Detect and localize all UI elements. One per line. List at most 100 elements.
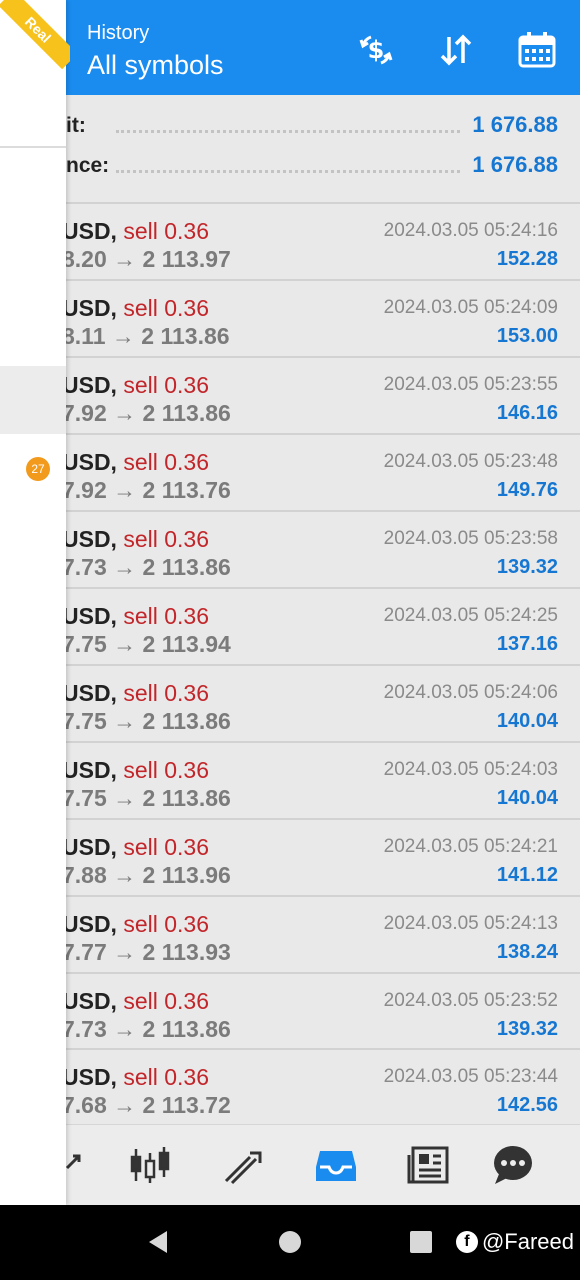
deal-row[interactable]: USD, sell 0.36 7.73 → 2 113.86 2024.03.0… [0, 972, 580, 1049]
deal-prices: 8.20 → 2 113.97 [62, 246, 231, 272]
deal-prices: 7.88 → 2 113.96 [62, 862, 231, 888]
deal-row[interactable]: USD, sell 0.36 7.75 → 2 113.86 2024.03.0… [0, 741, 580, 818]
svg-text:$: $ [368, 36, 385, 64]
deal-time: 2024.03.05 05:24:16 [383, 220, 558, 241]
drawer-selected-item[interactable] [0, 366, 66, 434]
deal-symbol: USD, sell 0.36 [62, 680, 210, 706]
deal-symbol: USD, sell 0.36 [62, 218, 210, 244]
sort-icon[interactable] [436, 30, 476, 70]
summary-value: 1 676.88 [472, 112, 558, 137]
deal-row[interactable]: USD, sell 0.36 7.73 → 2 113.86 2024.03.0… [0, 510, 580, 587]
app-header: History All symbols $ [0, 0, 580, 95]
deal-row[interactable]: USD, sell 0.36 7.68 → 2 113.72 2024.03.0… [0, 1048, 580, 1125]
deal-prices: 7.73 → 2 113.86 [62, 1016, 231, 1042]
deal-prices: 7.75 → 2 113.94 [62, 631, 231, 657]
summary-value: 1 676.88 [472, 152, 558, 177]
deal-time: 2024.03.05 05:24:21 [383, 836, 558, 857]
summary-label: nce: [66, 154, 110, 177]
deal-profit: 146.16 [496, 402, 558, 424]
drawer-divider [0, 146, 66, 148]
chat-icon[interactable] [491, 1143, 535, 1187]
home-icon[interactable] [275, 1227, 305, 1257]
deal-row[interactable]: USD, sell 0.36 7.92 → 2 113.86 2024.03.0… [0, 356, 580, 433]
deal-side: sell 0.36 [123, 603, 210, 629]
deal-prices: 7.77 → 2 113.93 [62, 939, 231, 965]
calendar-icon[interactable] [517, 30, 557, 70]
summary-balance-row: nce: 1 676.88 [66, 148, 580, 188]
deal-symbol: USD, sell 0.36 [62, 911, 210, 937]
deal-profit: 139.32 [496, 1018, 558, 1040]
symbol-filter-title[interactable]: All symbols [87, 50, 224, 81]
deal-time: 2024.03.05 05:23:52 [383, 990, 558, 1011]
deal-side: sell 0.36 [123, 757, 210, 783]
deal-time: 2024.03.05 05:23:55 [383, 374, 558, 395]
deal-prices: 7.68 → 2 113.72 [62, 1092, 231, 1118]
currency-swap-icon[interactable]: $ [356, 30, 396, 70]
bottom-tab-bar [0, 1124, 580, 1205]
deal-time: 2024.03.05 05:23:48 [383, 451, 558, 472]
summary-label: it: [66, 114, 86, 137]
recents-icon[interactable] [406, 1227, 436, 1257]
deal-symbol: USD, sell 0.36 [62, 372, 210, 398]
deal-prices: 7.92 → 2 113.76 [62, 477, 231, 503]
deal-row[interactable]: USD, sell 0.36 7.75 → 2 113.94 2024.03.0… [0, 587, 580, 664]
deal-symbol: USD, sell 0.36 [62, 295, 210, 321]
deal-time: 2024.03.05 05:24:25 [383, 605, 558, 626]
deal-profit: 142.56 [496, 1094, 558, 1116]
deal-symbol: USD, sell 0.36 [62, 988, 210, 1014]
deal-side: sell 0.36 [123, 1064, 210, 1090]
header-subtitle: History [87, 22, 150, 44]
deal-row[interactable]: USD, sell 0.36 8.11 → 2 113.86 2024.03.0… [0, 279, 580, 356]
deal-profit: 152.28 [496, 248, 558, 270]
notification-badge: 27 [26, 457, 50, 481]
account-type-ribbon: Real [0, 0, 70, 70]
summary-profit-row: it: 1 676.88 [66, 108, 580, 148]
deal-row[interactable]: USD, sell 0.36 8.20 → 2 113.97 2024.03.0… [0, 202, 580, 279]
deal-side: sell 0.36 [123, 295, 210, 321]
deal-side: sell 0.36 [123, 911, 210, 937]
news-icon[interactable] [407, 1143, 451, 1187]
deal-side: sell 0.36 [123, 526, 210, 552]
deal-symbol: USD, sell 0.36 [62, 449, 210, 475]
deal-prices: 7.75 → 2 113.86 [62, 785, 231, 811]
deal-symbol: USD, sell 0.36 [62, 526, 210, 552]
deal-time: 2024.03.05 05:24:13 [383, 913, 558, 934]
chart-candles-icon[interactable] [128, 1143, 172, 1187]
watermark: f @Fareed [455, 1229, 574, 1255]
deal-symbol: USD, sell 0.36 [62, 834, 210, 860]
deal-side: sell 0.36 [123, 372, 210, 398]
dotted-leader [116, 130, 460, 133]
deal-time: 2024.03.05 05:24:06 [383, 682, 558, 703]
watermark-text: @Fareed [481, 1229, 574, 1254]
side-drawer[interactable]: Real 27 [0, 0, 70, 1205]
deal-prices: 8.11 → 2 113.86 [62, 323, 230, 349]
deal-prices: 7.73 → 2 113.86 [62, 554, 231, 580]
trade-icon[interactable] [222, 1143, 266, 1187]
deal-profit: 140.04 [496, 710, 558, 732]
deal-symbol: USD, sell 0.36 [62, 603, 210, 629]
history-inbox-icon[interactable] [314, 1143, 358, 1187]
deal-time: 2024.03.05 05:23:44 [383, 1066, 558, 1087]
deal-prices: 7.92 → 2 113.86 [62, 400, 231, 426]
deal-profit: 149.76 [496, 479, 558, 501]
deal-symbol: USD, sell 0.36 [62, 1064, 210, 1090]
dotted-leader [116, 170, 460, 173]
deal-row[interactable]: USD, sell 0.36 7.75 → 2 113.86 2024.03.0… [0, 664, 580, 741]
deal-symbol: USD, sell 0.36 [62, 757, 210, 783]
deal-row[interactable]: USD, sell 0.36 7.88 → 2 113.96 2024.03.0… [0, 818, 580, 895]
deal-profit: 138.24 [496, 941, 558, 963]
deal-profit: 137.16 [496, 633, 558, 655]
history-screen: History All symbols $ it: 1 676.88 nce: … [0, 0, 580, 1205]
deal-time: 2024.03.05 05:23:58 [383, 528, 558, 549]
deal-side: sell 0.36 [123, 218, 210, 244]
deal-profit: 139.32 [496, 556, 558, 578]
deal-profit: 153.00 [496, 325, 558, 347]
deal-profit: 140.04 [496, 787, 558, 809]
deal-time: 2024.03.05 05:24:09 [383, 297, 558, 318]
deal-side: sell 0.36 [123, 988, 210, 1014]
deal-side: sell 0.36 [123, 834, 210, 860]
back-icon[interactable] [143, 1227, 173, 1257]
deal-row[interactable]: USD, sell 0.36 7.77 → 2 113.93 2024.03.0… [0, 895, 580, 972]
deal-row[interactable]: USD, sell 0.36 7.92 → 2 113.76 2024.03.0… [0, 433, 580, 510]
facebook-icon: f [455, 1231, 478, 1253]
